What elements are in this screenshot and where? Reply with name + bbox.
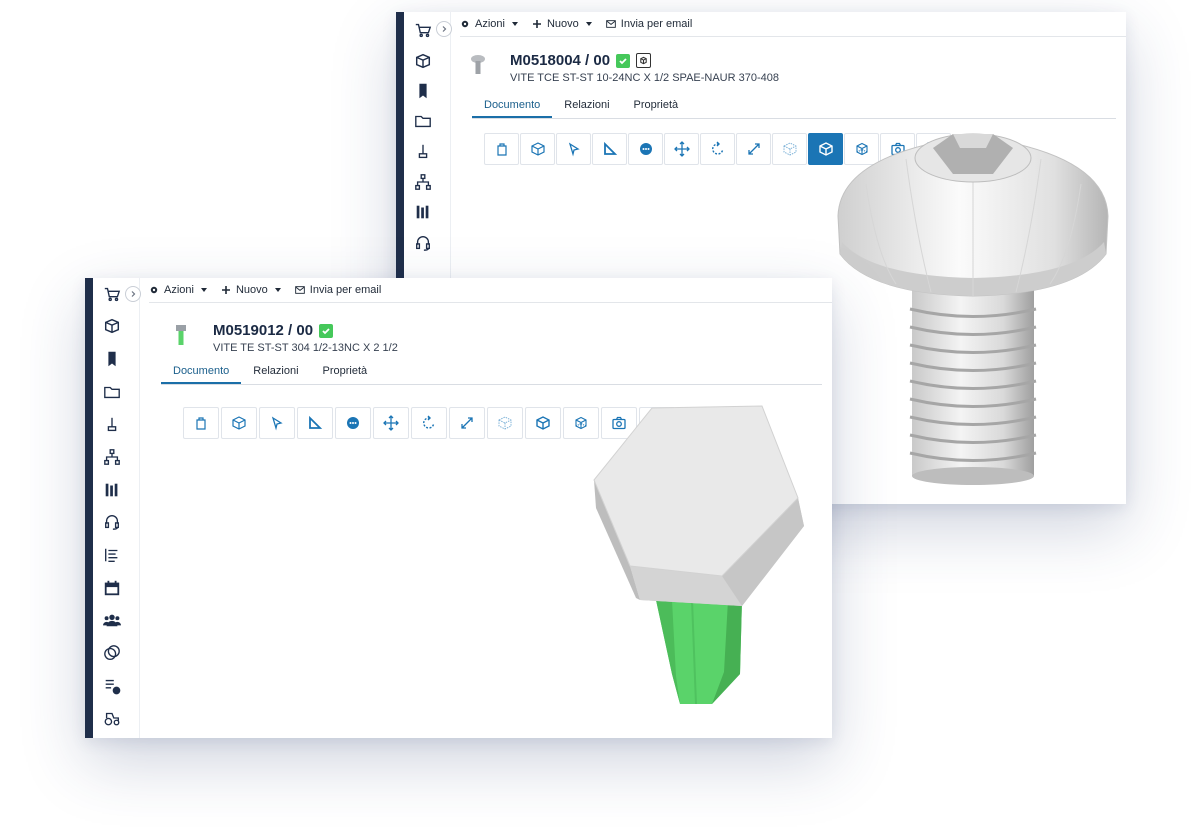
new-menu[interactable]: Nuovo — [532, 18, 592, 30]
folder-icon[interactable] — [404, 108, 442, 134]
cube-transparent-icon[interactable] — [487, 407, 523, 439]
tab-proprieta[interactable]: Proprietà — [622, 94, 691, 117]
hex-bolt-model[interactable] — [592, 404, 808, 708]
approved-check-icon — [616, 53, 631, 68]
pin-icon[interactable] — [93, 412, 131, 438]
library-icon[interactable] — [404, 199, 442, 225]
sidebar-rail — [85, 278, 93, 738]
move-icon[interactable] — [373, 407, 409, 439]
tab-documento[interactable]: Documento — [472, 94, 553, 118]
plus-icon — [532, 20, 541, 28]
bolt-thumbnail-icon — [176, 325, 186, 345]
resize-icon[interactable] — [736, 133, 771, 165]
mail-icon — [294, 286, 305, 294]
cube-transparent-icon[interactable] — [772, 133, 807, 165]
bag-icon[interactable] — [484, 133, 519, 165]
select-arrow-icon[interactable] — [556, 133, 591, 165]
actions-menu[interactable]: Azioni — [460, 18, 518, 30]
tab-proprieta[interactable]: Proprietà — [311, 360, 380, 383]
page-title: M0519012 / 00 — [213, 322, 334, 339]
tab-relazioni[interactable]: Relazioni — [552, 94, 621, 117]
new-menu[interactable]: Nuovo — [221, 284, 281, 296]
box-icon[interactable] — [404, 48, 442, 74]
move-icon[interactable] — [664, 133, 699, 165]
document-code: M0519012 / 00 — [213, 322, 314, 339]
headset-icon[interactable] — [93, 509, 131, 535]
comment-icon[interactable] — [628, 133, 663, 165]
cube-solid-icon[interactable] — [525, 407, 561, 439]
new-label: Nuovo — [235, 284, 268, 296]
bookmark-icon[interactable] — [93, 346, 131, 372]
calendar-icon[interactable] — [93, 575, 131, 601]
document-code: M0518004 / 00 — [510, 52, 611, 69]
chevron-down-icon — [585, 22, 592, 26]
document-description: VITE TE ST-ST 304 1/2-13NC X 2 1/2 — [213, 342, 398, 354]
mail-icon — [605, 20, 616, 28]
cube-badge-icon[interactable] — [636, 53, 652, 68]
bag-icon[interactable] — [183, 407, 219, 439]
measure-icon[interactable] — [297, 407, 333, 439]
actions-label: Azioni — [164, 284, 194, 296]
pin-icon[interactable] — [404, 139, 442, 165]
expand-sidebar-button[interactable] — [125, 286, 141, 302]
new-label: Nuovo — [546, 18, 579, 30]
coins-icon[interactable] — [93, 640, 131, 666]
chevron-down-icon — [511, 22, 518, 26]
bookmark-icon[interactable] — [404, 78, 442, 104]
gear-icon — [461, 20, 469, 28]
top-toolbar: Azioni Nuovo Invia per email — [460, 12, 1126, 37]
document-description: VITE TCE ST-ST 10-24NC X 1/2 SPAE-NAUR 3… — [510, 72, 779, 84]
plus-icon — [221, 286, 230, 294]
page-title: M0518004 / 00 — [510, 52, 652, 69]
tab-documento[interactable]: Documento — [161, 360, 242, 384]
comment-icon[interactable] — [335, 407, 371, 439]
folder-icon[interactable] — [93, 379, 131, 405]
hierarchy-icon[interactable] — [404, 169, 442, 195]
approved-check-icon — [319, 323, 334, 338]
email-label: Invia per email — [309, 284, 382, 296]
headset-icon[interactable] — [404, 230, 442, 256]
email-button[interactable]: Invia per email — [605, 18, 693, 30]
box-icon[interactable] — [93, 313, 131, 339]
actions-label: Azioni — [475, 18, 505, 30]
tractor-icon[interactable] — [93, 705, 131, 731]
chevron-down-icon — [274, 288, 281, 292]
library-icon[interactable] — [93, 477, 131, 503]
email-label: Invia per email — [620, 18, 693, 30]
document-tabs: Documento Relazioni Proprietà — [472, 94, 1116, 119]
cube-outline-icon[interactable] — [520, 133, 555, 165]
sidebar — [93, 278, 141, 738]
select-arrow-icon[interactable] — [259, 407, 295, 439]
chevron-down-icon — [200, 288, 207, 292]
rotate-icon[interactable] — [700, 133, 735, 165]
actions-menu[interactable]: Azioni — [149, 284, 207, 296]
resize-icon[interactable] — [449, 407, 485, 439]
gear-icon — [150, 286, 158, 294]
expand-sidebar-button[interactable] — [436, 21, 452, 37]
measure-icon[interactable] — [592, 133, 627, 165]
button-head-screw-model[interactable] — [836, 124, 1110, 486]
cube-outline-icon[interactable] — [221, 407, 257, 439]
report-clock-icon[interactable] — [93, 673, 131, 699]
screw-thumbnail-icon — [471, 55, 485, 74]
top-toolbar: Azioni Nuovo Invia per email — [149, 278, 832, 303]
list-icon[interactable] — [93, 542, 131, 568]
hierarchy-icon[interactable] — [93, 444, 131, 470]
users-icon[interactable] — [93, 607, 131, 633]
document-tabs: Documento Relazioni Proprietà — [161, 360, 822, 385]
rotate-icon[interactable] — [411, 407, 447, 439]
email-button[interactable]: Invia per email — [294, 284, 382, 296]
tab-relazioni[interactable]: Relazioni — [241, 360, 310, 383]
